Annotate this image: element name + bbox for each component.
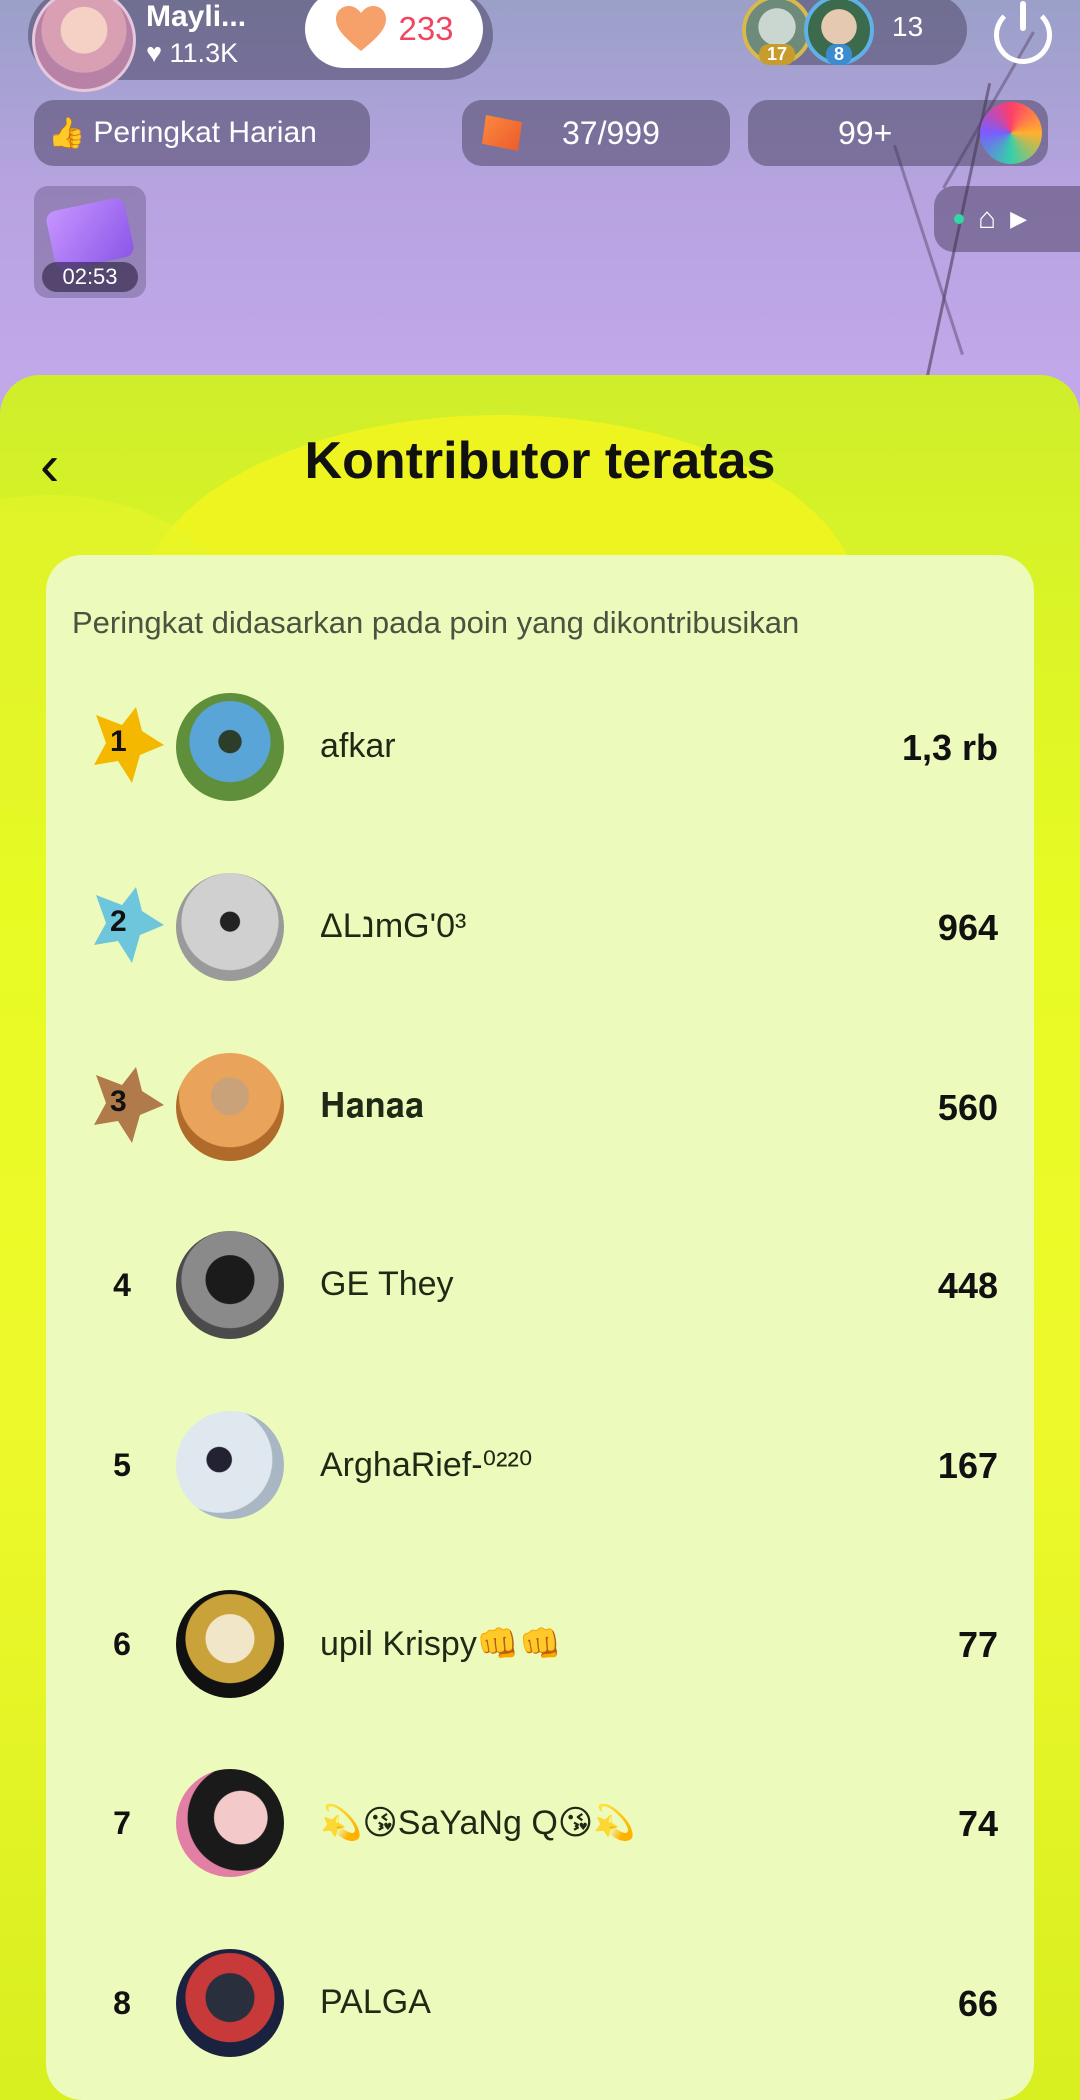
tickets-button[interactable]: 37/999: [462, 100, 730, 166]
rank-number: 2: [110, 905, 127, 938]
avatar[interactable]: [176, 1053, 284, 1161]
avatar[interactable]: [176, 1411, 284, 1519]
sheet-title: Kontributor teratas: [304, 432, 776, 490]
contributor-row[interactable]: 6 upil Krispy👊👊 77: [46, 1590, 1034, 1710]
rank-number: 3: [110, 1085, 127, 1118]
daily-rank-label: Peringkat Harian: [93, 116, 317, 149]
live-video-background: Mayli... ♥ 11.3K 233 17 8 13 👍 Peringkat…: [0, 0, 1080, 420]
contributor-name: upil Krispy👊👊: [320, 1625, 562, 1663]
contributor-score: 66: [957, 1983, 998, 2024]
rank-number: 1: [110, 725, 127, 758]
follow-button[interactable]: 233: [305, 0, 483, 68]
contributor-name: 𝐇𝐚𝐧𝐚𝐚: [320, 1087, 425, 1125]
contributor-row[interactable]: 2 ΔLנmG'0³ 964: [46, 873, 1034, 993]
rank-number: 4: [113, 1267, 131, 1303]
contributor-row[interactable]: 4 GE They 448: [46, 1231, 1034, 1351]
fire-icon: 👍: [48, 116, 86, 150]
contributor-name: ArghaRief-⁰²²⁰: [320, 1446, 533, 1484]
viewer-list[interactable]: 17 8 13: [742, 0, 967, 65]
host-likes: ♥ 11.3K: [146, 38, 239, 68]
live-dot-icon: [954, 214, 964, 224]
contributor-score: 1,3 rb: [901, 727, 998, 768]
avatar[interactable]: [176, 1949, 284, 2057]
power-icon[interactable]: [994, 6, 1052, 64]
avatar[interactable]: [176, 1769, 284, 1877]
contributor-score: 448: [937, 1265, 998, 1306]
contributor-name: ΔLנmG'0³: [320, 907, 467, 945]
avatar[interactable]: [176, 1590, 284, 1698]
rank-badge-silver: 2: [92, 885, 164, 965]
avatar[interactable]: [176, 693, 284, 801]
contributor-score: 167: [937, 1445, 998, 1486]
contributor-name: afkar: [320, 727, 396, 765]
contributor-name: GE They: [320, 1265, 454, 1303]
ticket-icon: [482, 115, 522, 151]
contributor-score: 74: [957, 1803, 998, 1844]
rank-badge-bronze: 3: [92, 1065, 164, 1145]
gift-timer: 02:53: [42, 262, 138, 292]
daily-rank-button[interactable]: 👍 Peringkat Harian: [34, 100, 370, 166]
follow-count: 233: [398, 10, 454, 47]
app-logo-icon: [980, 102, 1042, 164]
contributor-name: 💫😘SaYaNg Q😘💫: [320, 1804, 636, 1842]
contributor-row[interactable]: 3 𝐇𝐚𝐧𝐚𝐚 560: [46, 1053, 1034, 1173]
viewer-level-badge: 17: [758, 44, 796, 65]
live-controls[interactable]: ⌂ ▶: [934, 186, 1080, 252]
contributor-row[interactable]: 5 ArghaRief-⁰²²⁰ 167: [46, 1411, 1034, 1531]
play-icon[interactable]: ▶: [1010, 206, 1027, 232]
home-icon[interactable]: ⌂: [978, 202, 996, 236]
gifts-count: 99+: [838, 114, 893, 151]
gift-box-button[interactable]: 02:53: [34, 186, 146, 298]
viewer-count: 13: [892, 11, 924, 42]
contributor-row[interactable]: 8 PALGA 66: [46, 1949, 1034, 2069]
contributor-name: PALGA: [320, 1983, 431, 2021]
host-name: Mayli...: [146, 0, 247, 33]
contributor-score: 560: [937, 1087, 998, 1128]
contributor-score: 77: [957, 1624, 998, 1665]
avatar[interactable]: [176, 1231, 284, 1339]
viewer-avatar[interactable]: 8: [804, 0, 874, 65]
ranking-description: Peringkat didasarkan pada poin yang diko…: [72, 605, 800, 640]
gift-icon: [44, 196, 136, 272]
contributor-score: 964: [937, 907, 998, 948]
rank-number: 8: [113, 1985, 131, 2021]
rank-number: 7: [113, 1805, 131, 1841]
viewer-level-badge: 8: [825, 44, 853, 65]
contributors-card: Peringkat didasarkan pada poin yang diko…: [46, 555, 1034, 2100]
contributor-row[interactable]: 7 💫😘SaYaNg Q😘💫 74: [46, 1769, 1034, 1889]
rank-badge-gold: 1: [92, 705, 164, 785]
heart-icon: [334, 5, 388, 53]
avatar[interactable]: [176, 873, 284, 981]
viewer-avatar[interactable]: 17: [742, 0, 812, 65]
contributor-row[interactable]: 1 afkar 1,3 rb: [46, 693, 1034, 813]
gifts-button[interactable]: 99+: [748, 100, 1048, 166]
rank-number: 5: [113, 1447, 131, 1483]
top-contributors-sheet: ‹ Kontributor teratas Peringkat didasark…: [0, 375, 1080, 2100]
tickets-count: 37/999: [562, 114, 660, 151]
rank-number: 6: [113, 1626, 131, 1662]
